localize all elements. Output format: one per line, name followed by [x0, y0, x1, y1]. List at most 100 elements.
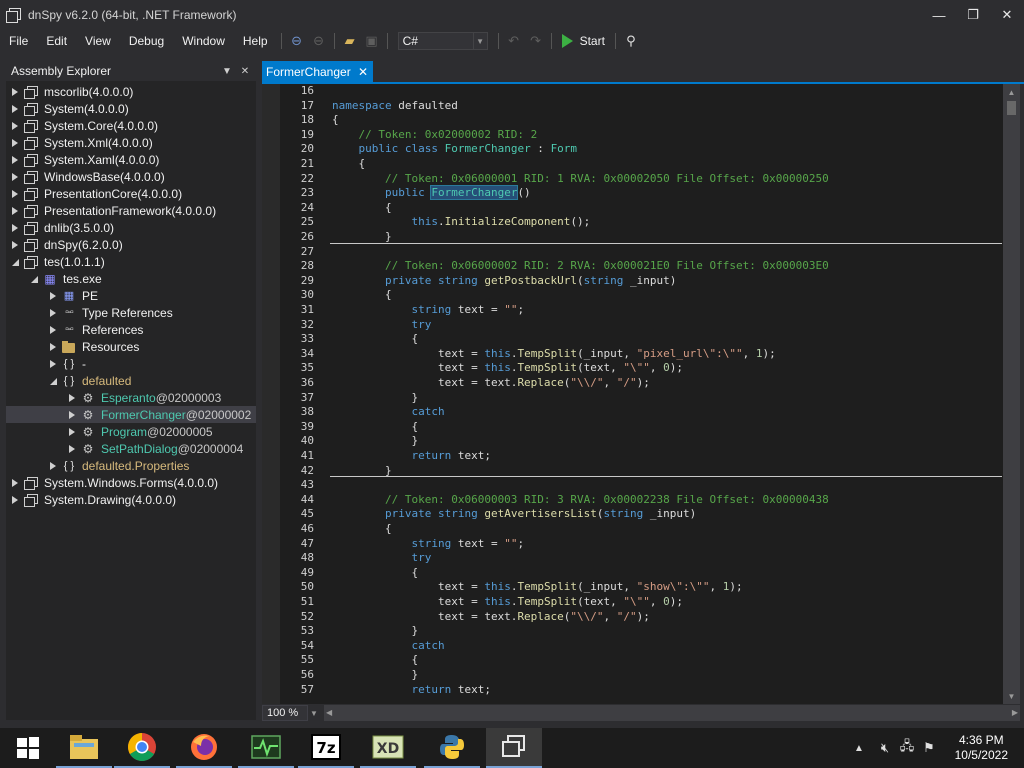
scroll-left-icon[interactable]: ◀ — [326, 705, 332, 721]
firefox-taskbar-button[interactable] — [176, 728, 232, 768]
windows-start-button[interactable] — [0, 728, 56, 768]
code-line[interactable]: 54 catch — [262, 639, 1003, 653]
expanded-arrow-icon[interactable] — [48, 372, 58, 389]
code-line[interactable]: 32 try — [262, 318, 1003, 332]
menu-edit[interactable]: Edit — [37, 30, 76, 52]
scroll-right-icon[interactable]: ▶ — [1012, 705, 1018, 721]
zoom-dropdown-icon[interactable]: ▼ — [308, 709, 320, 718]
tree-item[interactable]: System.Drawing (4.0.0.0) — [6, 491, 256, 508]
python-taskbar-button[interactable] — [424, 728, 480, 768]
collapsed-arrow-icon[interactable] — [10, 100, 20, 117]
tree-item[interactable]: { } defaulted.Properties — [6, 457, 256, 474]
tree-item[interactable]: PresentationCore (4.0.0.0) — [6, 185, 256, 202]
code-line[interactable]: 56 } — [262, 668, 1003, 682]
expanded-arrow-icon[interactable] — [10, 253, 20, 270]
redo-icon[interactable]: ↷ — [525, 30, 547, 52]
collapsed-arrow-icon[interactable] — [48, 287, 58, 304]
code-line[interactable]: 53 } — [262, 624, 1003, 638]
code-line[interactable]: 29 private string getPostbackUrl(string … — [262, 274, 1003, 288]
taskbar-clock[interactable]: 4:36 PM 10/5/2022 — [955, 733, 1008, 763]
collapsed-arrow-icon[interactable] — [10, 219, 20, 236]
search-icon[interactable]: ⚲ — [620, 30, 642, 52]
code-line[interactable]: 51 text = this.TempSplit(text, "\"", 0); — [262, 595, 1003, 609]
tree-item[interactable]: dnlib (3.5.0.0) — [6, 219, 256, 236]
code-editor[interactable]: 16 17 namespace defaulted 18 {19 // Token: 0… — [262, 84, 1003, 704]
code-line[interactable]: 25 this.InitializeComponent(); — [262, 215, 1003, 229]
tree-item[interactable]: ⚙ Program @02000005 — [6, 423, 256, 440]
minimize-button[interactable]: — — [922, 0, 956, 30]
collapsed-arrow-icon[interactable] — [10, 185, 20, 202]
code-line[interactable]: 41 return text; — [262, 449, 1003, 463]
collapsed-arrow-icon[interactable] — [48, 338, 58, 355]
code-line[interactable]: 49 { — [262, 566, 1003, 580]
code-line[interactable]: 21 { — [262, 157, 1003, 171]
code-line[interactable]: 18 { — [262, 113, 1003, 127]
start-debug-button[interactable]: Start — [556, 34, 611, 48]
code-line[interactable]: 40 } — [262, 434, 1003, 448]
tree-item[interactable]: System.Xaml (4.0.0.0) — [6, 151, 256, 168]
collapsed-arrow-icon[interactable] — [10, 83, 20, 100]
tree-item[interactable]: tes (1.0.1.1) — [6, 253, 256, 270]
code-line[interactable]: 24 { — [262, 201, 1003, 215]
tree-item[interactable]: ⚙ FormerChanger @02000002 — [6, 406, 256, 423]
collapsed-arrow-icon[interactable] — [10, 168, 20, 185]
tab-formerchanger[interactable]: FormerChanger ✕ — [262, 61, 373, 82]
collapsed-arrow-icon[interactable] — [48, 304, 58, 321]
collapsed-arrow-icon[interactable] — [10, 236, 20, 253]
hxd-taskbar-button[interactable]: XD — [360, 728, 416, 768]
tree-item[interactable]: ⚙ Esperanto @02000003 — [6, 389, 256, 406]
horizontal-scrollbar[interactable]: ◀ ▶ — [324, 705, 1020, 721]
menu-file[interactable]: File — [0, 30, 37, 52]
language-select[interactable]: C# ▼ — [397, 32, 488, 50]
tree-item[interactable]: ▦ tes.exe — [6, 270, 256, 287]
network-icon[interactable]: 🖧︎ — [896, 737, 918, 759]
collapsed-arrow-icon[interactable] — [48, 321, 58, 338]
collapsed-arrow-icon[interactable] — [10, 202, 20, 219]
code-line[interactable]: 22 // Token: 0x06000001 RID: 1 RVA: 0x00… — [262, 172, 1003, 186]
close-button[interactable]: ✕ — [990, 0, 1024, 30]
code-line[interactable]: 30 { — [262, 288, 1003, 302]
tree-item[interactable]: ▫-▫ References — [6, 321, 256, 338]
tree-item[interactable]: { } defaulted — [6, 372, 256, 389]
collapsed-arrow-icon[interactable] — [10, 134, 20, 151]
tree-item[interactable]: ▦ PE — [6, 287, 256, 304]
tree-item[interactable]: PresentationFramework (4.0.0.0) — [6, 202, 256, 219]
collapsed-arrow-icon[interactable] — [10, 474, 20, 491]
menu-view[interactable]: View — [76, 30, 120, 52]
code-line[interactable]: 43 — [262, 478, 1003, 492]
vertical-scrollbar[interactable]: ▲ ▼ — [1003, 84, 1020, 704]
save-icon[interactable]: ▣ — [361, 30, 383, 52]
code-line[interactable]: 52 text = text.Replace("\\/", "/"); — [262, 610, 1003, 624]
menu-debug[interactable]: Debug — [120, 30, 173, 52]
collapsed-arrow-icon[interactable] — [67, 406, 77, 423]
collapsed-arrow-icon[interactable] — [10, 491, 20, 508]
code-line[interactable]: 48 try — [262, 551, 1003, 565]
code-line[interactable]: 39 { — [262, 420, 1003, 434]
tree-item[interactable]: ⚙ SetPathDialog @02000004 — [6, 440, 256, 457]
collapsed-arrow-icon[interactable] — [48, 355, 58, 372]
code-line[interactable]: 16 — [262, 84, 1003, 98]
scrollbar-thumb[interactable] — [1007, 101, 1016, 115]
chrome-taskbar-button[interactable] — [114, 728, 170, 768]
navigate-back-icon[interactable]: ⊖ — [286, 30, 308, 52]
code-line[interactable]: 50 text = this.TempSplit(_input, "show\"… — [262, 580, 1003, 594]
code-line[interactable]: 28 // Token: 0x06000002 RID: 2 RVA: 0x00… — [262, 259, 1003, 273]
menu-window[interactable]: Window — [173, 30, 234, 52]
scroll-up-icon[interactable]: ▲ — [1003, 84, 1020, 100]
code-line[interactable]: 23 public FormerChanger() — [262, 185, 1003, 201]
code-line[interactable]: 33 { — [262, 332, 1003, 346]
collapsed-arrow-icon[interactable] — [67, 423, 77, 440]
navigate-forward-icon[interactable]: ⊖ — [308, 30, 330, 52]
code-line[interactable]: 27 — [262, 245, 1003, 259]
collapsed-arrow-icon[interactable] — [10, 151, 20, 168]
tree-item[interactable]: System.Core (4.0.0.0) — [6, 117, 256, 134]
tree-item[interactable]: { } - — [6, 355, 256, 372]
code-line[interactable]: 55 { — [262, 653, 1003, 667]
volume-muted-icon[interactable]: 🔇︎ — [874, 740, 896, 756]
file-explorer-taskbar-button[interactable] — [56, 728, 112, 768]
collapsed-arrow-icon[interactable] — [10, 117, 20, 134]
tree-item[interactable]: dnSpy (6.2.0.0) — [6, 236, 256, 253]
scroll-down-icon[interactable]: ▼ — [1003, 688, 1020, 704]
show-hidden-icons-icon[interactable]: ▲ — [852, 743, 866, 754]
panel-dropdown-icon[interactable]: ▼ — [220, 66, 234, 77]
